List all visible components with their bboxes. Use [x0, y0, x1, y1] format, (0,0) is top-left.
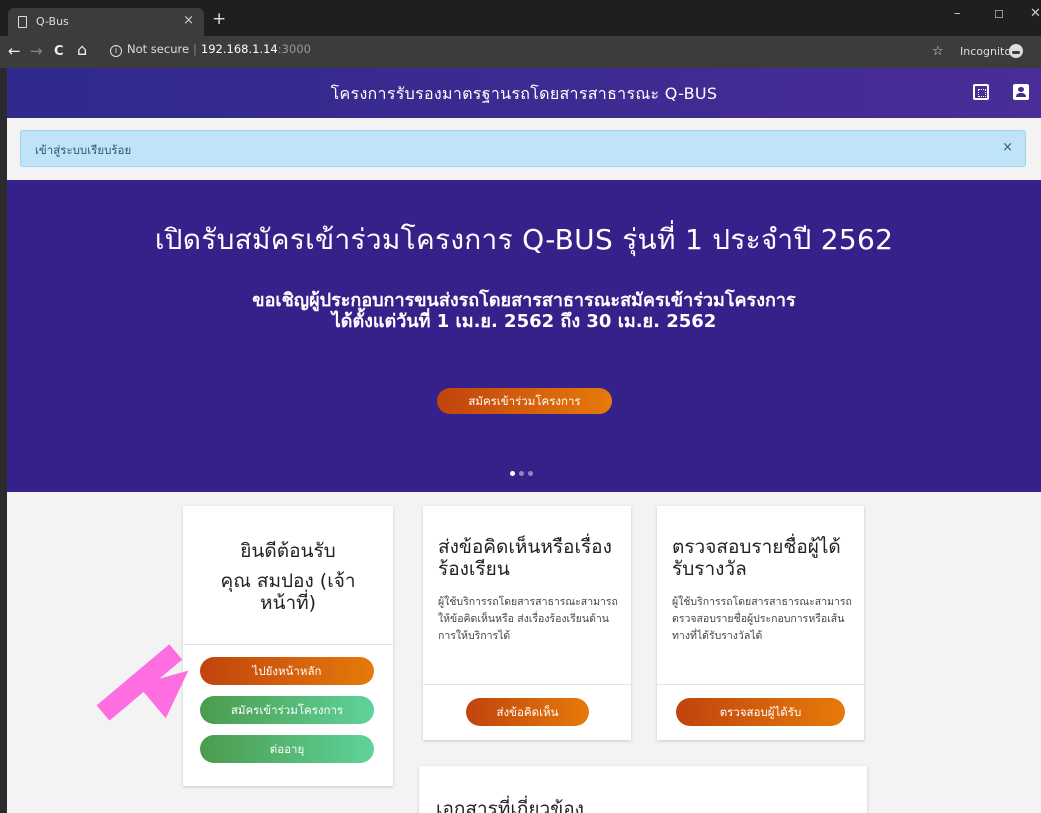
award-card: ตรวจสอบรายชื่อผู้ได้รับรางวัล ผู้ใช้บริก… — [657, 506, 864, 740]
hero-carousel: เปิดรับสมัครเข้าร่วมโครงการ Q-BUS รุ่นที… — [7, 180, 1041, 492]
welcome-user-name: คุณ สมปอง (เจ้าหน้าที่) — [220, 570, 356, 614]
hero-apply-button[interactable]: สมัครเข้าร่วมโครงการ — [437, 388, 612, 414]
incognito-icon[interactable] — [1009, 44, 1023, 58]
home-icon[interactable]: ⌂ — [77, 40, 87, 59]
browser-toolbar: ← → C ⌂ i Not secure | 192.168.1.14:3000 ☆ … — [0, 36, 1041, 68]
feedback-card-text: ผู้ใช้บริการรถโดยสารสาธารณะสามารถให้ข้อค… — [438, 596, 618, 642]
window-close-icon[interactable]: ✕ — [1030, 6, 1041, 21]
send-feedback-button[interactable]: ส่งข้อคิดเห็น — [466, 698, 589, 726]
info-icon[interactable]: i — [110, 45, 122, 57]
hero-subtitle-line2: ได้ตั้งแต่วันที่ 1 เม.ย. 2562 ถึง 30 เม.… — [331, 311, 717, 332]
hero-title: เปิดรับสมัครเข้าร่วมโครงการ Q-BUS รุ่นที… — [154, 223, 894, 256]
alert-close-icon[interactable]: × — [1002, 140, 1013, 155]
hero-subtitle-line1: ขอเชิญผู้ประกอบการขนส่งรถโดยสารสาธารณะสม… — [252, 290, 796, 311]
feedback-card-title: ส่งข้อคิดเห็นหรือเรื่องร้องเรียน — [438, 536, 612, 580]
back-icon[interactable]: ← — [8, 42, 21, 60]
documents-card-title: เอกสารที่เกี่ยวข้อง — [436, 798, 584, 813]
carousel-dot-3[interactable] — [528, 471, 533, 476]
page-icon — [18, 16, 27, 28]
reload-icon[interactable]: C — [54, 44, 64, 59]
login-success-alert: เข้าสู่ระบบเรียบร้อย × — [20, 130, 1026, 167]
feedback-card: ส่งข้อคิดเห็นหรือเรื่องร้องเรียน ผู้ใช้บ… — [423, 506, 631, 740]
maximize-icon[interactable]: ☐ — [994, 8, 1004, 21]
carousel-indicators — [510, 461, 537, 480]
app-title[interactable]: โครงการรับรองมาตรฐานรถโดยสารสาธารณะ Q-BU… — [7, 82, 1041, 107]
tab-title: Q-Bus — [36, 15, 69, 28]
app-header: โครงการรับรองมาตรฐานรถโดยสารสาธารณะ Q-BU… — [7, 68, 1041, 118]
bookmark-star-icon[interactable]: ☆ — [932, 44, 944, 59]
welcome-greeting: ยินดีต้อนรับ — [240, 540, 336, 562]
go-home-button[interactable]: ไปยังหน้าหลัก — [200, 657, 374, 685]
carousel-dot-1[interactable] — [510, 471, 515, 476]
alert-message: เข้าสู่ระบบเรียบร้อย — [35, 143, 132, 157]
apply-project-button[interactable]: สมัครเข้าร่วมโครงการ — [200, 696, 374, 724]
card-divider — [423, 684, 631, 685]
url-host: 192.168.1.14 — [200, 42, 278, 56]
user-profile-icon[interactable] — [1013, 84, 1029, 100]
incognito-label: Incognito — [960, 45, 1012, 58]
card-divider — [183, 644, 393, 645]
address-bar[interactable]: i Not secure | 192.168.1.14:3000 — [110, 42, 311, 57]
tab-close-icon[interactable]: × — [183, 13, 194, 28]
new-tab-icon[interactable]: + — [212, 9, 226, 29]
hero-subtitle: ขอเชิญผู้ประกอบการขนส่งรถโดยสารสาธารณะสม… — [7, 290, 1041, 332]
minimize-icon[interactable]: – — [954, 6, 961, 21]
documents-card: เอกสารที่เกี่ยวข้อง — [419, 766, 867, 813]
url-port: :3000 — [277, 42, 311, 56]
browser-tab[interactable]: Q-Bus × — [8, 8, 204, 36]
renew-button[interactable]: ต่ออายุ — [200, 735, 374, 763]
carousel-dot-2[interactable] — [519, 471, 524, 476]
card-divider — [657, 684, 864, 685]
screen: Q-Bus × + – ☐ ✕ ← → C ⌂ i Not secure | 192.… — [0, 0, 1041, 813]
fullscreen-icon[interactable] — [973, 84, 989, 100]
security-label: Not secure — [127, 42, 190, 56]
award-card-text: ผู้ใช้บริการรถโดยสารสาธารณะสามารถตรวจสอบ… — [672, 596, 852, 642]
browser-tab-strip: Q-Bus × + – ☐ ✕ — [0, 0, 1041, 36]
page-left-edge — [0, 68, 7, 813]
address-separator: | — [193, 42, 197, 56]
arrow-shaft — [96, 644, 183, 721]
welcome-card: ยินดีต้อนรับ คุณ สมปอง (เจ้าหน้าที่) ไปย… — [183, 506, 393, 786]
award-card-title: ตรวจสอบรายชื่อผู้ได้รับรางวัล — [672, 536, 841, 580]
check-awardees-button[interactable]: ตรวจสอบผู้ได้รับ — [676, 698, 845, 726]
forward-icon[interactable]: → — [30, 42, 43, 60]
